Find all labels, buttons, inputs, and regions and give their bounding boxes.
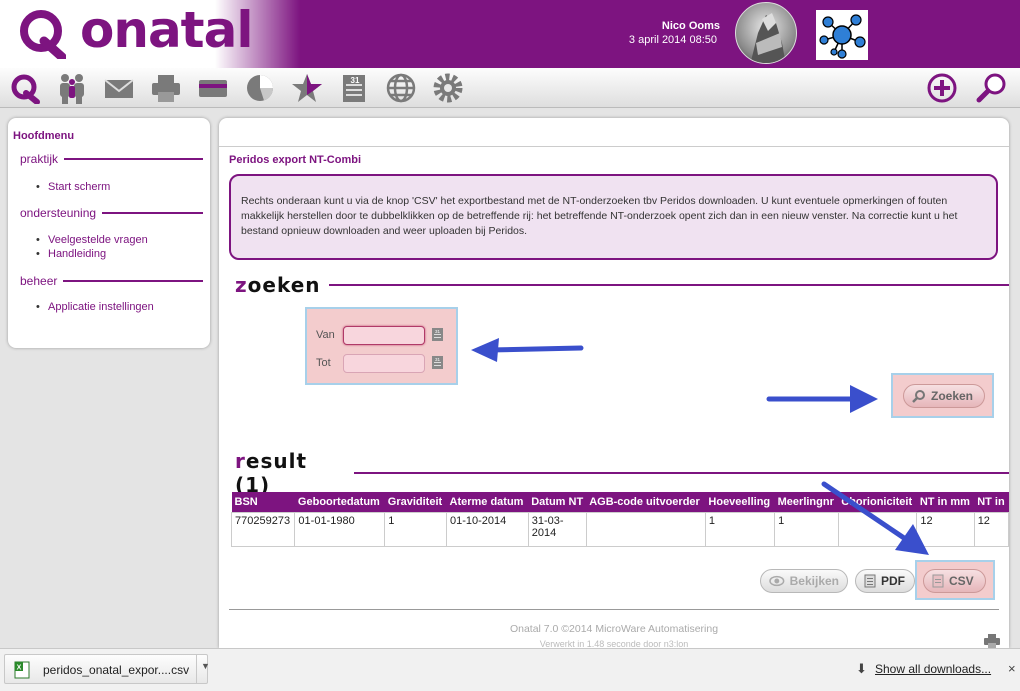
avatar[interactable] [735, 2, 797, 64]
section-label: ondersteuning [20, 206, 97, 220]
zoeken-button[interactable]: Zoeken [903, 384, 985, 408]
calendar-icon[interactable]: 31 [431, 327, 444, 342]
app-header: onatal Nico Ooms 3 april 2014 08:50 [0, 0, 1020, 68]
onatal-home-icon[interactable] [8, 71, 42, 105]
column-header[interactable]: Aterme datum [446, 492, 529, 512]
column-header[interactable]: NT in [974, 492, 1009, 512]
search-icon[interactable] [975, 71, 1009, 105]
pdf-label: PDF [881, 574, 905, 588]
table-cell: 1 [704, 511, 776, 547]
divider [196, 655, 197, 683]
section-label: beheer [20, 274, 58, 288]
table-cell: 770259273 [230, 511, 296, 547]
download-filename: peridos_onatal_expor....csv [43, 663, 190, 677]
divider [229, 609, 999, 610]
table-cell: 12 [973, 511, 1009, 547]
chevron-down-icon[interactable]: ▼ [201, 661, 210, 671]
excel-file-icon: X [14, 661, 30, 679]
annotation-arrow [471, 338, 584, 362]
onatal-logo-icon [20, 10, 66, 59]
section-label: praktijk [20, 152, 59, 166]
logo[interactable]: onatal [0, 0, 300, 68]
sidebar-title: Hoofdmenu [13, 130, 75, 142]
download-arrow-icon: ⬇ [856, 661, 867, 676]
pdf-button[interactable]: PDF [855, 569, 915, 593]
calendar-icon[interactable]: 31 [337, 71, 371, 105]
mail-icon[interactable] [102, 71, 136, 105]
section-zoeken: zoeken [235, 273, 1009, 297]
column-header[interactable]: Geboortedatum [294, 492, 385, 512]
download-bar: X peridos_onatal_expor....csv ▼ ⬇ Show a… [0, 648, 1020, 691]
bekijken-label: Bekijken [789, 574, 839, 588]
download-item[interactable]: X peridos_onatal_expor....csv ▼ [4, 654, 210, 684]
van-label: Van [316, 329, 335, 341]
info-box: Rechts onderaan kunt u via de knop 'CSV'… [229, 174, 998, 260]
csv-button[interactable]: CSV [923, 569, 986, 593]
tot-date-input[interactable] [343, 354, 425, 373]
svg-text:31: 31 [435, 357, 441, 362]
sidebar-item-start-scherm[interactable]: Start scherm [36, 181, 110, 193]
card-icon[interactable] [196, 71, 230, 105]
column-header[interactable]: BSN [231, 492, 295, 512]
csv-highlight: CSV [915, 560, 995, 600]
main-toolbar: 31 [0, 68, 1020, 108]
print-icon[interactable] [984, 634, 1000, 648]
zoeken-highlight: Zoeken [891, 373, 994, 418]
svg-text:31: 31 [351, 76, 360, 85]
table-cell [585, 511, 706, 547]
chart-icon[interactable] [243, 71, 277, 105]
add-icon[interactable] [925, 71, 959, 105]
page-title: Peridos export NT-Combi [229, 154, 362, 166]
search-form: Van 31 Tot 31 [305, 307, 458, 385]
current-datetime: 3 april 2014 08:50 [628, 34, 717, 46]
table-cell: 1 [384, 511, 447, 547]
calendar-icon[interactable]: 31 [431, 355, 444, 370]
csv-file-icon [932, 574, 944, 588]
sidebar-item-applicatie-instellingen[interactable]: Applicatie instellingen [36, 301, 154, 313]
patients-icon[interactable] [55, 71, 89, 105]
column-header[interactable]: Graviditeit [384, 492, 447, 512]
network-logo [816, 10, 868, 60]
close-icon[interactable]: × [1008, 661, 1016, 676]
print-icon[interactable] [149, 71, 183, 105]
magnifier-icon [912, 390, 925, 403]
column-header[interactable]: Datum NT [528, 492, 587, 512]
table-cell: 01-10-2014 [446, 511, 529, 547]
sidebar-section-beheer: beheer [20, 274, 203, 288]
sidebar-section-praktijk: praktijk [20, 152, 203, 166]
sidebar-item-veelgestelde-vragen[interactable]: Veelgestelde vragen [36, 234, 148, 246]
footer-copyright: Onatal 7.0 ©2014 MicroWare Automatiserin… [509, 623, 719, 635]
main-panel: Peridos export NT-Combi Rechts onderaan … [219, 118, 1009, 648]
tot-label: Tot [316, 357, 331, 369]
zoeken-label: Zoeken [931, 389, 974, 403]
table-cell: 31-03-2014 [527, 511, 587, 547]
annotation-arrow [821, 481, 929, 555]
svg-text:X: X [17, 665, 22, 672]
column-header[interactable]: Hoeveelling [705, 492, 775, 512]
sidebar-menu: Hoofdmenu praktijk Start scherm onderste… [8, 118, 210, 348]
pdf-file-icon [864, 574, 876, 588]
eye-icon [769, 575, 785, 587]
annotation-arrow [766, 385, 878, 413]
divider [219, 146, 1009, 147]
favorites-icon[interactable] [290, 71, 324, 105]
csv-label: CSV [949, 574, 974, 588]
column-header[interactable]: AGB-code uitvoerder [586, 492, 706, 512]
show-all-downloads-link[interactable]: Show all downloads... [875, 662, 991, 676]
van-date-input[interactable] [343, 326, 425, 345]
sidebar-section-ondersteuning: ondersteuning [20, 206, 203, 220]
footer-timing: Verwerkt in 1.48 seconde door n3:lon [539, 639, 689, 648]
user-name: Nico Ooms [661, 20, 720, 32]
sidebar-item-handleiding[interactable]: Handleiding [36, 248, 106, 260]
table-cell: 01-01-1980 [294, 511, 386, 547]
svg-text:31: 31 [435, 329, 441, 334]
globe-icon[interactable] [384, 71, 418, 105]
logo-text: onatal [80, 1, 253, 59]
settings-icon[interactable] [431, 71, 465, 105]
bekijken-button[interactable]: Bekijken [760, 569, 848, 593]
